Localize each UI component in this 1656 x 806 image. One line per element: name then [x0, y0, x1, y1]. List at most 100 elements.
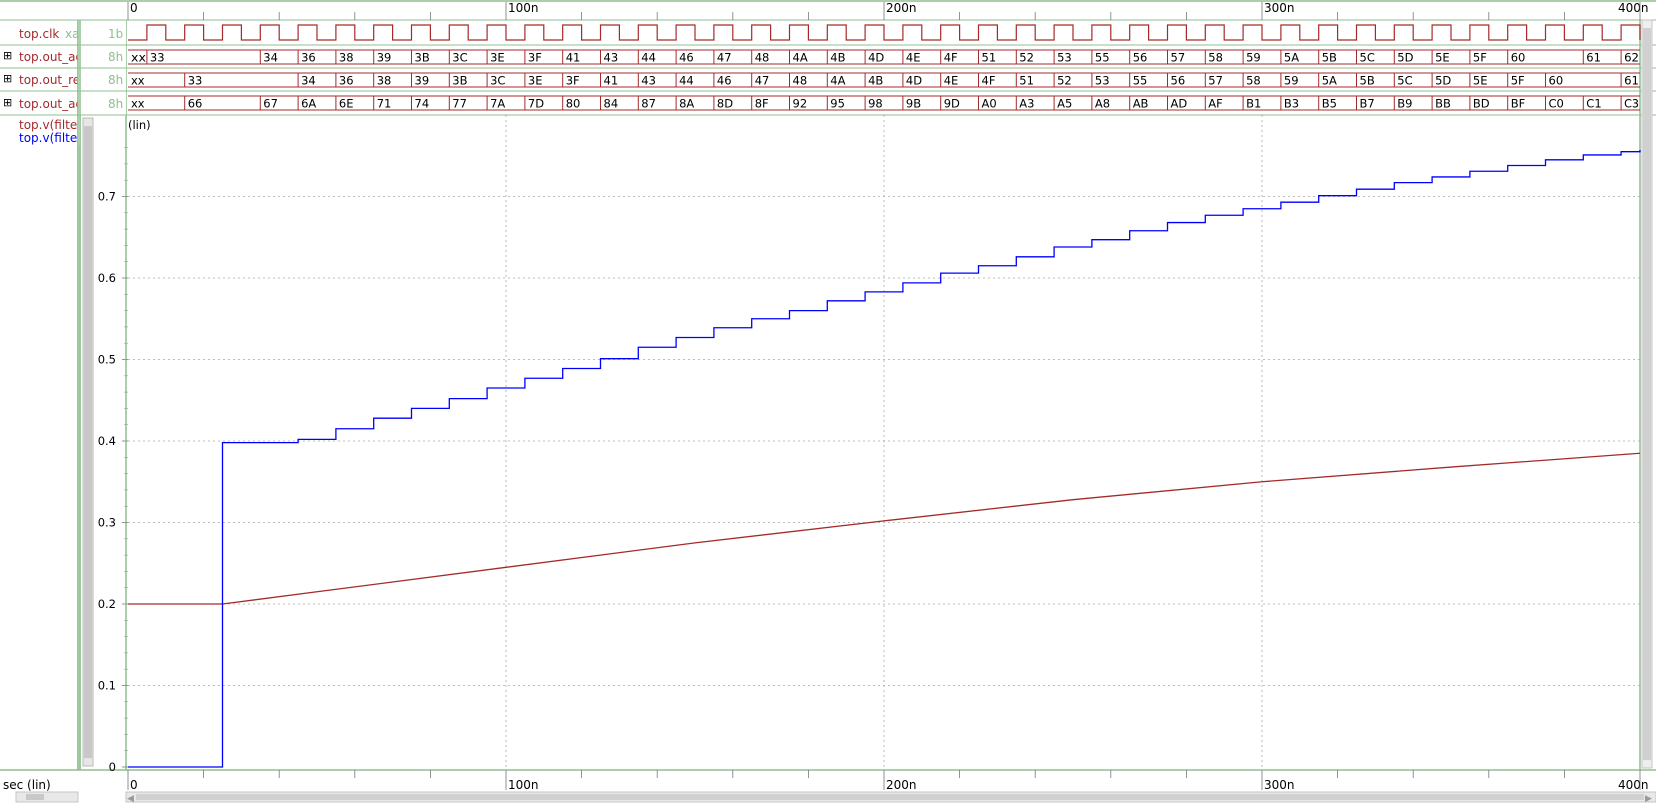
bus-value: 66 [188, 97, 203, 111]
bus-value: 7A [490, 97, 505, 111]
y-axis-tick-label: 0.2 [98, 597, 116, 611]
bus-value: 48 [793, 74, 808, 88]
bus-value: AD [1171, 97, 1188, 111]
bus-value: 47 [717, 51, 732, 65]
bus-value: AB [1133, 97, 1149, 111]
bus-value: 46 [679, 51, 694, 65]
bus-value: 61 [1624, 74, 1639, 88]
bus-value: 9D [944, 97, 960, 111]
bus-value: 53 [1057, 51, 1072, 65]
bus-value: B9 [1397, 97, 1412, 111]
bottom-axis-tick-label: 0 [130, 778, 138, 792]
top-axis-tick-label: 200n [886, 1, 917, 15]
bus-value: 58 [1246, 74, 1261, 88]
bus-value: 4E [906, 51, 921, 65]
bus-value: 36 [301, 51, 316, 65]
bus-value: 55 [1133, 74, 1148, 88]
bus-value: 98 [868, 97, 883, 111]
bus-value: 60 [1511, 51, 1526, 65]
bus-value: BD [1473, 97, 1490, 111]
bus-value: 80 [566, 97, 581, 111]
signal-size-label: 8h [108, 50, 123, 64]
y-axis-tick-label: 0 [109, 760, 116, 774]
y-axis-tick-label: 0.7 [98, 190, 116, 204]
bus-value: 41 [566, 51, 581, 65]
bus-value: C3 [1624, 97, 1639, 111]
bus-value: 57 [1208, 74, 1223, 88]
bus-value: 47 [755, 74, 770, 88]
bus-value: 4B [830, 51, 845, 65]
bus-value: 58 [1208, 51, 1223, 65]
bus-value: A3 [1019, 97, 1034, 111]
top-axis-tick-label: 400n [1618, 1, 1649, 15]
expand-toggle-icon[interactable]: ⊞ [3, 49, 12, 62]
bus-value: 59 [1246, 51, 1261, 65]
bus-value: 5D [1397, 51, 1413, 65]
bus-value: 5A [1322, 74, 1337, 88]
bus-value: 8F [755, 97, 769, 111]
analog-trace-name[interactable]: top.v(filte [19, 118, 77, 132]
bottom-axis-tick-label: 400n [1618, 778, 1649, 792]
signal-name[interactable]: top.out_re [19, 73, 80, 87]
bus-value: AF [1208, 97, 1222, 111]
bus-value: C0 [1549, 97, 1564, 111]
bus-value: 44 [679, 74, 694, 88]
y-axis-tick-label: 0.1 [98, 679, 116, 693]
bus-value: 3E [490, 51, 505, 65]
bus-value: 7D [528, 97, 544, 111]
horizontal-scrollbar-thumb[interactable] [136, 794, 1644, 800]
bus-value: 5F [1473, 51, 1487, 65]
analog-trace-name[interactable]: top.v(filte [19, 131, 77, 145]
expand-toggle-icon[interactable]: ⊞ [3, 96, 12, 109]
bus-value: 59 [1284, 74, 1299, 88]
bus-value: 6A [301, 97, 316, 111]
vertical-scrollbar-thumb[interactable] [1643, 28, 1651, 760]
signal-name[interactable]: top.out_ad [19, 50, 83, 64]
bus-value: A0 [982, 97, 997, 111]
scroll-left-arrow-icon[interactable]: ◀ [127, 794, 134, 804]
bus-value: 34 [263, 51, 278, 65]
bus-value: 5F [1511, 74, 1525, 88]
bus-value: 3C [452, 51, 467, 65]
bus-value: 5D [1435, 74, 1451, 88]
bus-value: 92 [793, 97, 808, 111]
bus-value: 43 [604, 51, 619, 65]
bus-value: 39 [377, 51, 392, 65]
bus-value: 4F [982, 74, 996, 88]
bus-value: 38 [339, 51, 354, 65]
bus-value: xx [131, 97, 145, 111]
bus-value: 4D [906, 74, 922, 88]
bus-value: 41 [604, 74, 619, 88]
bus-value: 8D [717, 97, 733, 111]
bus-value: 34 [301, 74, 316, 88]
signal-name[interactable]: top.out_ad [19, 97, 83, 111]
bus-value: 3B [415, 51, 430, 65]
bus-value: 43 [641, 74, 656, 88]
bus-value: A8 [1095, 97, 1110, 111]
bus-value: 77 [452, 97, 467, 111]
name-panel-horizontal-scrollbar[interactable] [15, 791, 79, 803]
bus-value: 39 [415, 74, 430, 88]
bus-value: 53 [1095, 74, 1110, 88]
bus-value: 57 [1171, 51, 1186, 65]
bus-value: BF [1511, 97, 1526, 111]
clock-waveform [128, 24, 1641, 41]
bus-value: B7 [1360, 97, 1375, 111]
bus-value: 44 [641, 51, 656, 65]
scroll-right-arrow-icon[interactable]: ▶ [1645, 794, 1652, 804]
y-axis-tick-label: 0.5 [98, 353, 116, 367]
name-panel-scrollbar-thumb[interactable] [84, 126, 92, 758]
bus-value: 51 [982, 51, 997, 65]
bus-value: 84 [604, 97, 619, 111]
x-axis-unit-label: sec (lin) [3, 778, 51, 792]
bus-value: 8A [679, 97, 694, 111]
name-panel-horizontal-scrollbar-thumb[interactable] [26, 794, 44, 800]
bus-value: 3F [566, 74, 580, 88]
bus-value: 33 [150, 51, 165, 65]
bus-value: 67 [263, 97, 278, 111]
bus-value: 3F [528, 51, 542, 65]
signal-name[interactable]: top.clk [19, 27, 59, 41]
expand-toggle-icon[interactable]: ⊞ [3, 72, 12, 85]
bus-value: 5C [1360, 51, 1375, 65]
bus-value: 5E [1435, 51, 1450, 65]
